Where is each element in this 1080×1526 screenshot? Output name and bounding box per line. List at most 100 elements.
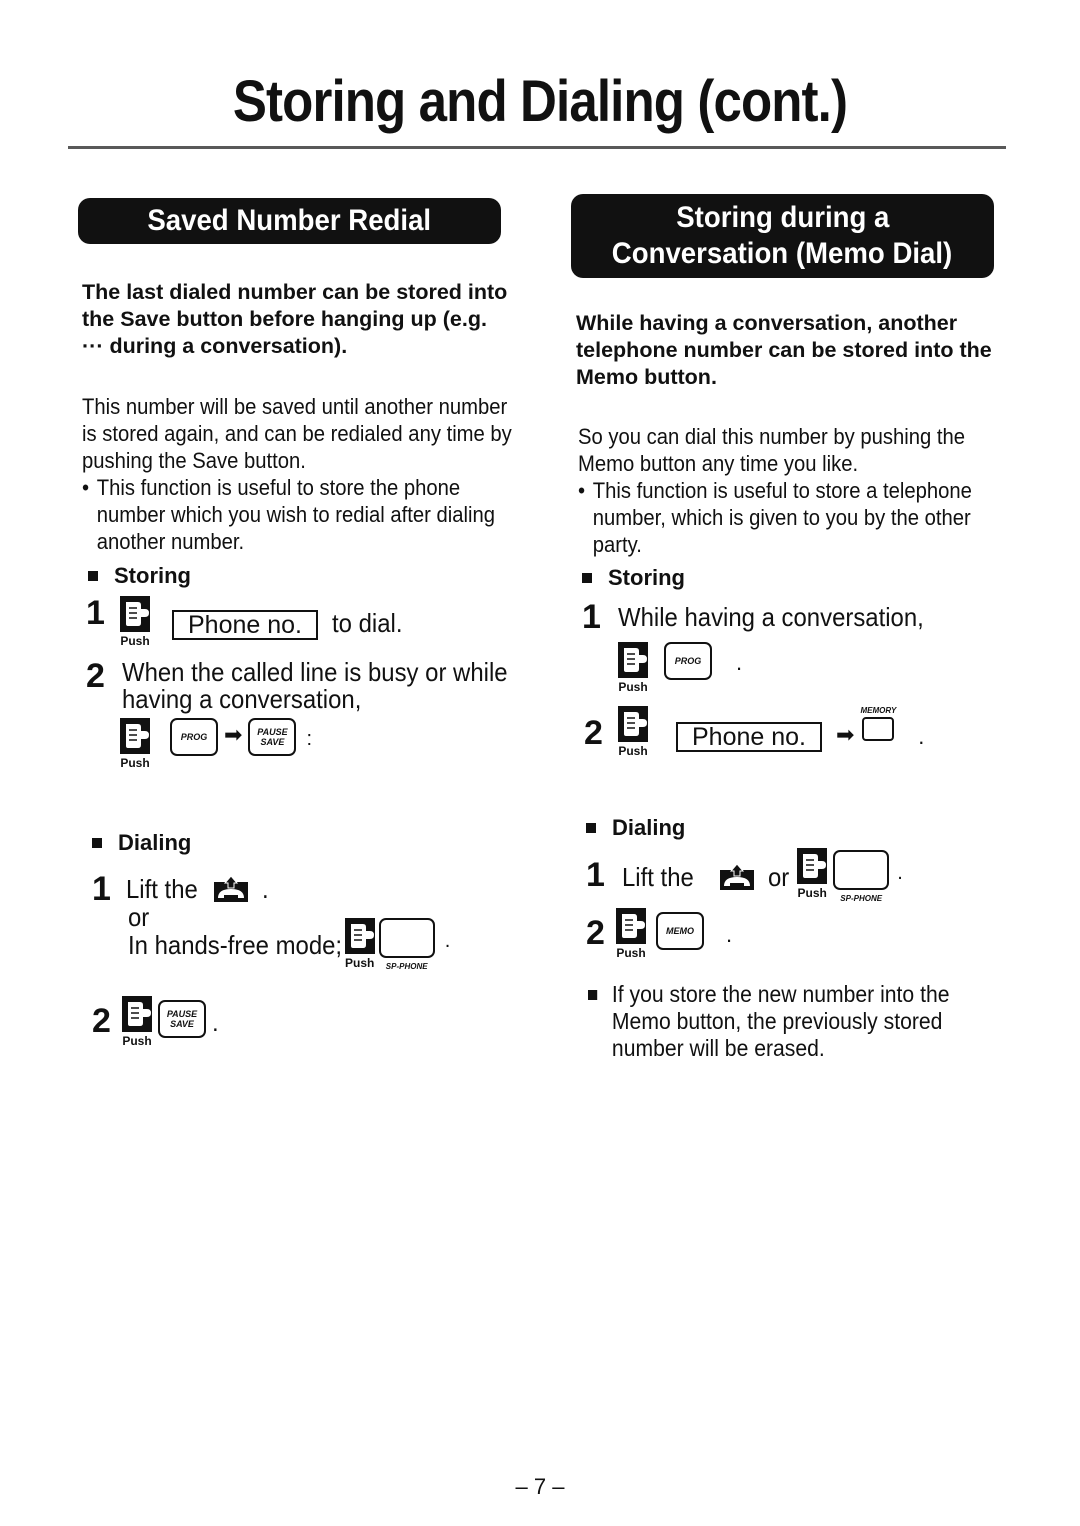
- key-label: PROG: [180, 732, 208, 742]
- hand-push-icon: [122, 996, 152, 1032]
- square-bullet-icon: [588, 990, 598, 1000]
- punctuation: :: [306, 728, 312, 750]
- phone-number-box: Phone no.: [676, 722, 822, 752]
- left-bullet-text: This function is useful to store the pho…: [96, 475, 495, 554]
- step-text: Lift the: [126, 873, 198, 904]
- punctuation: .: [726, 922, 733, 947]
- left-intro: The last dialed number can be stored int…: [82, 280, 508, 358]
- hand-push-icon: [345, 918, 375, 954]
- banner-label: Saved Number Redial: [147, 204, 432, 237]
- arrow-right-icon: ➡: [224, 722, 243, 747]
- step-text: Lift the: [622, 862, 694, 892]
- right-dialing-step-2: 2 Push MEMO .: [586, 908, 732, 960]
- note-item: If you store the new number into the Mem…: [588, 981, 1002, 1062]
- right-bullet: • This function is useful to store a tel…: [578, 477, 1001, 558]
- sp-phone-key: [833, 850, 890, 890]
- step-number: 1: [582, 598, 601, 636]
- hand-push-icon: [618, 642, 648, 678]
- left-body-paragraph: This number will be saved until another …: [82, 394, 512, 473]
- punctuation: .: [736, 650, 743, 675]
- push-indicator: Push: [120, 718, 150, 770]
- right-bullet-text: This function is useful to store a telep…: [592, 478, 972, 557]
- right-storing-step-2: 2 Push Phone no. ➡ MEMORY .: [584, 706, 924, 758]
- right-storing-step-1: 1 While having a conversation,: [582, 600, 950, 634]
- phone-number-box: Phone no.: [172, 610, 318, 640]
- left-dialing-step-1: 1 Lift the .: [92, 872, 269, 906]
- push-indicator: Push: [120, 596, 150, 648]
- hand-push-icon: [618, 706, 648, 742]
- note-text: If you store the new number into the Mem…: [611, 981, 950, 1061]
- step-number: 2: [586, 914, 605, 952]
- hand-push-icon: [797, 848, 827, 884]
- right-dialing-heading: Dialing: [586, 815, 685, 841]
- memory-key-group: MEMORY: [860, 706, 896, 741]
- hand-push-icon: [616, 908, 646, 944]
- push-label: Push: [345, 956, 375, 970]
- push-indicator: Push: [345, 914, 375, 970]
- arrow-right-icon: ➡: [836, 722, 855, 747]
- push-label: Push: [618, 680, 648, 694]
- step-number: 2: [86, 657, 105, 695]
- step-number: 2: [92, 1002, 111, 1040]
- push-indicator: Push: [618, 642, 648, 694]
- heading-text: Storing: [608, 565, 685, 590]
- banner-line-1: Storing during a: [675, 201, 890, 234]
- key-label-line-1: PAUSE: [166, 1009, 198, 1019]
- push-indicator: Push: [797, 848, 827, 900]
- left-body: This number will be saved until another …: [82, 393, 514, 555]
- pause-save-key: PAUSE SAVE: [248, 718, 297, 756]
- prog-key: PROG: [664, 642, 712, 680]
- key-label-line-2: SAVE: [170, 1019, 194, 1029]
- step-number: 2: [584, 714, 603, 752]
- handset-lift-icon: [720, 864, 754, 890]
- page-title: Storing and Dialing (cont.): [232, 69, 848, 134]
- handset-lift-icon: [214, 876, 248, 902]
- left-storing-heading: Storing: [88, 563, 191, 589]
- right-note: If you store the new number into the Mem…: [588, 981, 1002, 1062]
- prog-key: PROG: [170, 718, 218, 756]
- section-banner-memo-dial: Storing during a Conversation (Memo Dial…: [571, 194, 994, 278]
- pause-save-key: PAUSE SAVE: [158, 1000, 206, 1038]
- push-indicator: Push: [618, 706, 648, 758]
- push-label: Push: [120, 756, 150, 770]
- key-label: SP-PHONE: [385, 962, 428, 971]
- page-number: – 7 –: [515, 1474, 565, 1499]
- push-label: Push: [616, 946, 646, 960]
- square-bullet-icon: [586, 823, 596, 833]
- title-divider: [68, 146, 1006, 149]
- section-banner-saved-number-redial: Saved Number Redial: [78, 198, 501, 244]
- push-label: Push: [122, 1034, 152, 1048]
- right-body-paragraph: So you can dial this number by pushing t…: [578, 424, 966, 476]
- key-label-line-2: SAVE: [260, 737, 285, 747]
- left-dialing-heading: Dialing: [92, 830, 191, 856]
- step-text: to dial.: [332, 608, 403, 638]
- push-label: Push: [797, 886, 827, 900]
- square-bullet-icon: [92, 838, 102, 848]
- key-label: MEMO: [666, 926, 694, 936]
- right-storing-heading: Storing: [582, 565, 685, 591]
- punctuation: .: [918, 724, 925, 749]
- left-storing-step-1: 1 Push Phone no. to dial.: [86, 596, 409, 648]
- square-bullet-icon: [582, 573, 592, 583]
- bullet-dot-icon: •: [578, 478, 586, 503]
- bullet-dot-icon: •: [82, 475, 90, 500]
- right-dialing-step-1: 1 Lift the or Push SP-PHONE .: [586, 848, 903, 903]
- punctuation: .: [897, 862, 903, 884]
- sp-phone-key-group: SP-PHONE: [378, 914, 435, 971]
- memory-key: [862, 717, 895, 741]
- hand-push-icon: [120, 596, 150, 632]
- punctuation: .: [262, 873, 269, 904]
- push-label: Push: [120, 634, 150, 648]
- hand-push-icon: [120, 718, 150, 754]
- step-number: 1: [586, 856, 605, 894]
- push-indicator: Push: [616, 908, 646, 960]
- punctuation: .: [212, 1010, 219, 1037]
- right-intro: While having a conversation, another tel…: [576, 311, 992, 389]
- heading-text: Dialing: [612, 815, 686, 840]
- sp-phone-key: [378, 918, 435, 958]
- push-indicator: Push: [122, 996, 152, 1048]
- key-label-line-1: PAUSE: [257, 727, 288, 737]
- right-body: So you can dial this number by pushing t…: [578, 423, 1001, 558]
- push-label: Push: [618, 744, 648, 758]
- left-dialing-step-2: 2 Push PAUSE SAVE .: [92, 996, 219, 1048]
